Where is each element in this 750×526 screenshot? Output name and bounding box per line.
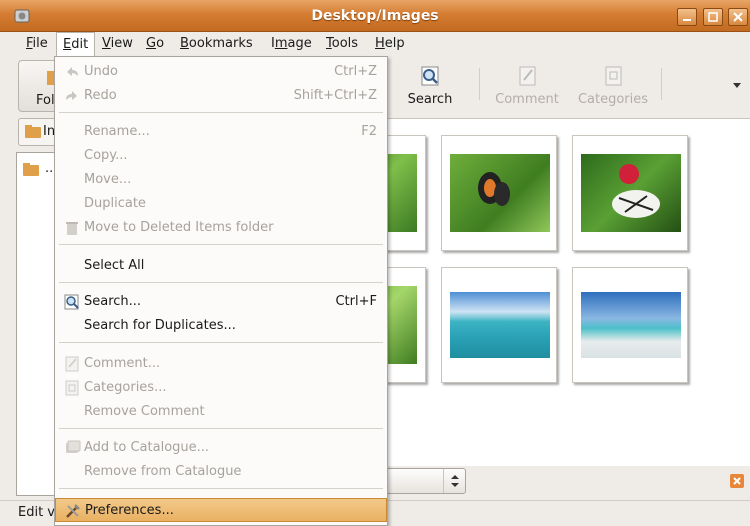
menu-item-add-to-catalogue[interactable]: Add to Catalogue... [55,436,387,460]
folder-icon [25,125,41,138]
search-button[interactable]: Search [405,64,455,107]
thumbnail[interactable] [572,267,688,383]
menu-item-search-duplicates[interactable]: Search for Duplicates... [55,314,387,338]
butterfly-image [478,172,510,206]
menu-item-undo[interactable]: Undo Ctrl+Z [55,60,387,84]
menu-item-move-to-deleted[interactable]: Move to Deleted Items folder [55,216,387,240]
window-title: Desktop/Images [311,8,439,24]
location-button[interactable]: In [18,118,58,146]
menu-file[interactable]: File [26,36,48,51]
thumbnail-image [450,292,550,358]
close-icon [733,12,743,22]
trash-icon [66,222,78,235]
menu-item-rename[interactable]: Rename... F2 [55,120,387,144]
minimize-button[interactable] [677,8,697,26]
comment-icon [519,66,536,86]
sort-combo[interactable] [386,468,466,494]
menu-bar: File Edit View Go Bookmarks Image Tools … [0,32,750,56]
parent-folder-label: .. [45,161,54,176]
menu-item-search[interactable]: Search... Ctrl+F [55,290,387,314]
list-item[interactable]: .. [21,161,57,181]
menu-separator [59,342,383,343]
menu-item-select-all[interactable]: Select All [55,254,387,278]
menu-item-move[interactable]: Move... [55,168,387,192]
error-icon[interactable] [730,474,744,488]
toolbar-separator [661,68,662,100]
comment-button-label: Comment [495,92,559,107]
menu-separator [59,282,383,283]
folders-label: Fol [36,93,55,108]
menu-help[interactable]: Help [375,36,405,51]
updown-icon [443,469,465,493]
menu-item-categories[interactable]: Categories... [55,376,387,400]
status-text: Edit v [18,505,56,520]
menu-item-redo[interactable]: Redo Shift+Ctrl+Z [55,84,387,108]
menu-separator [59,244,383,245]
menu-go[interactable]: Go [146,36,164,51]
menu-view[interactable]: View [102,36,133,51]
redo-icon [66,91,77,100]
undo-icon [67,67,78,76]
thumbnail-image [581,292,681,358]
menu-separator [59,488,383,489]
menu-bookmarks[interactable]: Bookmarks [180,36,253,51]
maximize-icon [708,12,718,22]
maximize-button[interactable] [703,8,723,26]
catalogue-icon [66,440,81,453]
bottom-controls [386,466,750,500]
categories-icon [65,380,79,396]
search-icon [64,294,79,310]
thumbnail[interactable] [572,135,688,251]
search-button-label: Search [407,92,453,107]
categories-icon [605,66,622,86]
menu-item-comment[interactable]: Comment... [55,352,387,376]
menu-tools[interactable]: Tools [326,36,358,51]
butterfly-flower-image [612,164,660,218]
search-icon [421,66,439,86]
categories-button[interactable]: Categories [576,64,650,107]
folder-icon [23,163,39,176]
thumbnail-image [450,154,550,232]
edit-menu: Undo Ctrl+Z Redo Shift+Ctrl+Z Rename... … [54,56,388,526]
menu-item-copy[interactable]: Copy... [55,144,387,168]
title-bar: Desktop/Images [0,0,750,32]
thumbnail[interactable] [441,135,557,251]
comment-icon [65,356,79,372]
menu-item-preferences[interactable]: Preferences... [55,498,387,522]
menu-image[interactable]: Image [271,36,312,51]
thumbnail-grid [310,118,750,466]
preferences-icon [66,504,80,518]
toolbar-separator [479,68,480,100]
comment-button[interactable]: Comment [492,64,562,107]
menu-separator [59,112,383,113]
categories-button-label: Categories [577,92,649,107]
folders-button[interactable]: Fol [18,60,58,112]
minimize-icon [683,19,691,21]
menu-item-remove-from-catalogue[interactable]: Remove from Catalogue [55,460,387,484]
thumbnail-image [581,154,681,232]
close-button[interactable] [728,8,748,26]
menu-edit[interactable]: Edit [56,32,96,56]
menu-separator [59,428,383,429]
thumbnail[interactable] [441,267,557,383]
chevron-down-icon[interactable] [732,82,742,90]
menu-item-remove-comment[interactable]: Remove Comment [55,400,387,424]
menu-item-duplicate[interactable]: Duplicate [55,192,387,216]
